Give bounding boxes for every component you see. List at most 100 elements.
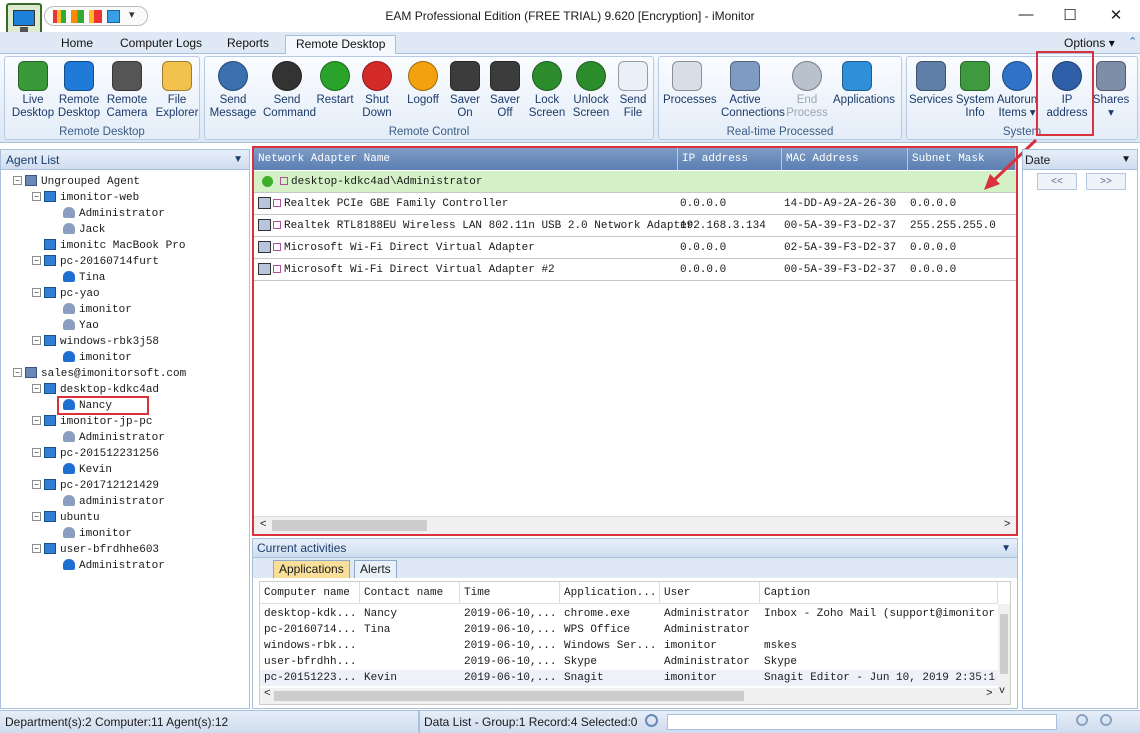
send-message-button[interactable]: Send Message: [209, 59, 257, 125]
system-info-button[interactable]: System Info: [951, 59, 999, 125]
processes-button[interactable]: Processes: [663, 59, 717, 125]
zoom-in-icon[interactable]: [1076, 714, 1088, 726]
tree-toggle-icon[interactable]: −: [13, 368, 22, 378]
tree-toggle-icon[interactable]: −: [32, 192, 41, 202]
tree-computer-node[interactable]: − desktop-kdkc4ad: [32, 380, 159, 396]
tree-computer-node[interactable]: − windows-rbk3j58: [32, 332, 159, 348]
activities-column-header[interactable]: Time: [460, 582, 560, 604]
logoff-button[interactable]: Logoff: [399, 59, 447, 125]
tree-toggle-icon[interactable]: −: [32, 512, 41, 522]
tab-home[interactable]: Home: [51, 35, 103, 54]
tree-agent-node[interactable]: Kevin: [51, 460, 112, 476]
table-row[interactable]: Realtek RTL8188EU Wireless LAN 802.11n U…: [254, 215, 1016, 237]
scroll-right-icon[interactable]: >: [1004, 518, 1010, 530]
active-connections-button[interactable]: Active Connections: [721, 59, 785, 125]
scroll-thumb[interactable]: [272, 520, 427, 531]
activity-row[interactable]: pc-20160714... Tina 2019-06-10,... WPS Offi…: [260, 622, 998, 638]
tree-agent-node[interactable]: Administrator: [51, 556, 165, 572]
tree-toggle-icon[interactable]: −: [32, 416, 41, 426]
minimize-button[interactable]: —: [1011, 6, 1041, 26]
scroll-left-icon[interactable]: <: [260, 518, 266, 530]
chevron-down-icon[interactable]: ▼: [1121, 150, 1131, 170]
tree-toggle-icon[interactable]: −: [13, 176, 22, 186]
unlock-screen-button[interactable]: Unlock Screen: [567, 59, 615, 125]
tab-remote-desktop[interactable]: Remote Desktop: [285, 35, 397, 54]
live-desktop-button[interactable]: Live Desktop: [9, 59, 57, 125]
table-row[interactable]: Realtek PCIe GBE Family Controller 0.0.0.…: [254, 193, 1016, 215]
tree-agent-node[interactable]: Yao: [51, 316, 99, 332]
chevron-down-icon[interactable]: ▼: [233, 150, 243, 170]
date-next-button[interactable]: >>: [1086, 173, 1126, 190]
checkbox-icon[interactable]: [273, 265, 281, 274]
tab-alerts[interactable]: Alerts: [354, 560, 397, 578]
search-icon[interactable]: [645, 714, 658, 727]
checkbox-icon[interactable]: [273, 243, 281, 252]
column-ip-address[interactable]: IP address: [678, 148, 782, 170]
checkbox-icon[interactable]: [280, 177, 288, 186]
scroll-right-icon[interactable]: >: [986, 688, 993, 700]
tree-toggle-icon[interactable]: −: [32, 288, 41, 298]
tree-toggle-icon[interactable]: −: [32, 544, 41, 554]
tab-reports[interactable]: Reports: [217, 35, 279, 54]
search-input[interactable]: [667, 714, 1057, 730]
close-button[interactable]: ✕: [1101, 6, 1131, 26]
activity-row[interactable]: pc-20151223... Kevin 2019-06-10,... Snagit i…: [260, 670, 998, 686]
tree-computer-node[interactable]: − pc-201512231256: [32, 444, 159, 460]
activity-row[interactable]: windows-rbk... 2019-06-10,... Windows Ser.…: [260, 638, 998, 654]
remote-camera-button[interactable]: Remote Camera: [103, 59, 151, 125]
tree-toggle-icon[interactable]: −: [32, 384, 41, 394]
file-explorer-button[interactable]: File Explorer: [153, 59, 201, 125]
scroll-thumb[interactable]: [1000, 614, 1008, 674]
lock-screen-button[interactable]: Lock Screen: [523, 59, 571, 125]
tree-agent-node[interactable]: Tina: [51, 268, 105, 284]
tree-agent-node[interactable]: imonitor: [51, 348, 132, 364]
tree-agent-node[interactable]: Jack: [51, 220, 105, 236]
send-command-button[interactable]: Send Command: [263, 59, 316, 125]
autorun-items-button[interactable]: Autorun Items ▾: [993, 59, 1041, 125]
tree-computer-node[interactable]: − imonitor-web: [32, 188, 139, 204]
activities-horizontal-scrollbar[interactable]: < >: [260, 688, 998, 704]
activities-column-header[interactable]: Application...: [560, 582, 660, 604]
shares-button[interactable]: Shares ▾: [1087, 59, 1135, 125]
end-process-button[interactable]: End Process: [783, 59, 831, 125]
tree-toggle-icon[interactable]: −: [32, 480, 41, 490]
tree-agent-node[interactable]: administrator: [51, 492, 165, 508]
tree-agent-node[interactable]: imonitor: [51, 524, 132, 540]
tab-computer-logs[interactable]: Computer Logs: [110, 35, 212, 54]
tree-computer-node[interactable]: − ubuntu: [32, 508, 100, 524]
activities-column-header[interactable]: User: [660, 582, 760, 604]
saver-off-button[interactable]: Saver Off: [481, 59, 529, 125]
horizontal-scrollbar[interactable]: < >: [254, 516, 1016, 534]
activities-column-header[interactable]: Contact name: [360, 582, 460, 604]
activities-column-header[interactable]: Computer name: [260, 582, 360, 604]
tree-agent-node[interactable]: Administrator: [51, 428, 165, 444]
scroll-left-icon[interactable]: <: [264, 688, 271, 700]
date-prev-button[interactable]: <<: [1037, 173, 1077, 190]
scroll-thumb[interactable]: [274, 691, 744, 701]
group-row[interactable]: desktop-kdkc4ad\Administrator: [254, 171, 1016, 193]
maximize-button[interactable]: ☐: [1055, 6, 1085, 26]
activities-column-header[interactable]: Caption: [760, 582, 998, 604]
table-row[interactable]: Microsoft Wi-Fi Direct Virtual Adapter 0.…: [254, 237, 1016, 259]
tree-agent-node[interactable]: Administrator: [51, 204, 165, 220]
chevron-down-icon[interactable]: ▼: [1001, 539, 1011, 558]
tree-agent-node[interactable]: imonitor: [51, 300, 132, 316]
tree-toggle-icon[interactable]: −: [32, 336, 41, 346]
zoom-out-icon[interactable]: [1100, 714, 1112, 726]
checkbox-icon[interactable]: [273, 199, 281, 208]
tree-toggle-icon[interactable]: −: [32, 448, 41, 458]
tree-group-node[interactable]: − Ungrouped Agent: [13, 172, 140, 188]
activity-row[interactable]: desktop-kdk... Nancy 2019-06-10,... chrome.…: [260, 606, 998, 622]
remote-desktop-button[interactable]: Remote Desktop: [55, 59, 103, 125]
tree-computer-node[interactable]: − pc-20160714furt: [32, 252, 159, 268]
tree-group-node[interactable]: − sales@imonitorsoft.com: [13, 364, 186, 380]
send-file-button[interactable]: Send File: [609, 59, 657, 125]
tab-applications[interactable]: Applications: [273, 560, 350, 578]
table-row[interactable]: Microsoft Wi-Fi Direct Virtual Adapter #…: [254, 259, 1016, 281]
column-adapter-name[interactable]: Network Adapter Name: [254, 148, 678, 170]
applications-button[interactable]: Applications: [833, 59, 895, 125]
column-mac-address[interactable]: MAC Address: [782, 148, 908, 170]
tree-computer-node[interactable]: − pc-201712121429: [32, 476, 159, 492]
restart-button[interactable]: Restart: [311, 59, 359, 125]
tree-computer-node[interactable]: imonitc MacBook Pro: [32, 236, 185, 252]
